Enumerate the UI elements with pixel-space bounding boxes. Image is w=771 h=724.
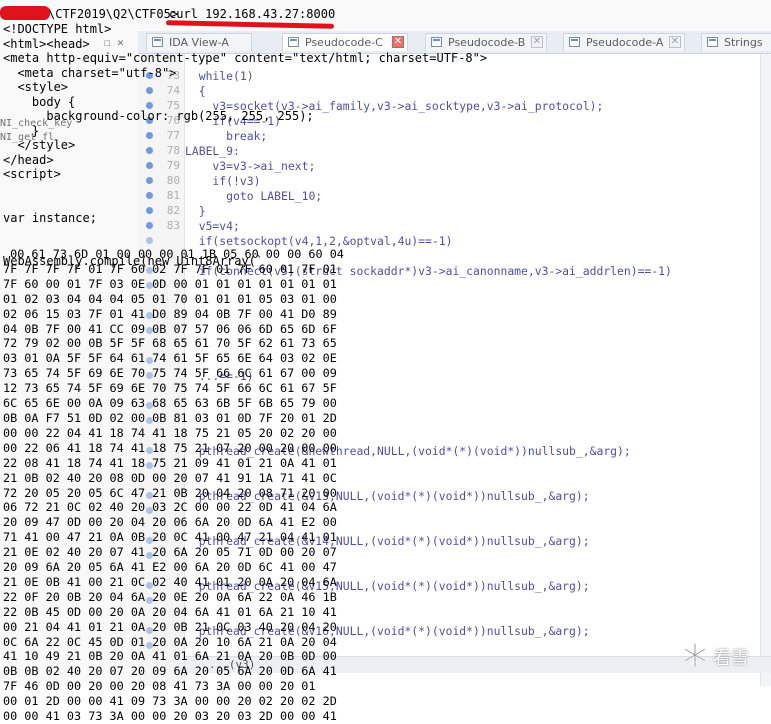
hex-line: 20 09 6A 20 05 6A 41 E2 00 6A 20 0D 6C 4… — [3, 560, 337, 575]
hex-line: 21 0E 0B 41 00 21 0C 02 40 41 01 20 0A 2… — [3, 574, 337, 589]
watermark: 看雪 — [682, 641, 762, 671]
hex-line: 21 0B 02 40 20 08 0D 00 20 07 41 91 1A 7… — [3, 470, 337, 485]
response-line: <style> — [3, 80, 69, 94]
hex-line: 21 0E 02 40 20 07 41 20 6A 20 05 71 0D 0… — [3, 545, 337, 560]
hex-line: 72 79 02 00 0B 5F 5F 68 65 61 70 5F 62 6… — [3, 336, 337, 351]
hex-line: 04 0B 7F 00 41 CC 09 0B 07 57 06 06 6D 6… — [3, 321, 337, 336]
response-line: } — [3, 123, 40, 138]
watermark-text: 看雪 — [713, 648, 749, 669]
terminal-output: \CTF2019\Q2\CTF05> curl 192.168.43.27:80… — [0, 0, 771, 723]
hex-line: 22 0B 45 0D 00 20 0A 20 04 6A 41 01 6A 2… — [3, 604, 337, 619]
response-line: var instance; — [3, 210, 97, 225]
response-line: <meta charset="utf-8"> — [3, 65, 177, 80]
hex-line: 00 00 22 04 41 18 74 41 18 75 21 05 20 0… — [3, 425, 337, 440]
hex-line: 73 65 74 5F 69 6E 70 75 74 5F 66 6C 61 6… — [3, 366, 337, 381]
snowflake-icon — [684, 643, 706, 667]
hex-line: 01 02 03 04 04 04 05 01 70 01 01 01 05 0… — [3, 291, 337, 306]
hex-line: 02 06 15 03 7F 01 41 D0 89 04 0B 7F 00 4… — [3, 306, 337, 321]
wasm-hex-bytes: 00 61 73 6D 01 00 00 00 01 1B 05 60 00 0… — [3, 247, 344, 724]
hex-line: 22 0F 20 0B 20 04 6A 20 0E 20 0A 6A 22 0… — [3, 589, 337, 604]
hex-line: 6C 65 6E 00 0A 09 63 68 65 63 6B 5F 6B 6… — [3, 396, 337, 411]
hex-line: 03 01 0A 5F 5F 64 61 74 61 5F 65 6E 64 0… — [3, 351, 337, 366]
hex-line: 0B 0A F7 51 0D 02 00 0B 81 03 01 0D 7F 2… — [3, 410, 337, 425]
hex-line: 06 72 21 0C 02 40 20 03 2C 00 00 22 0D 4… — [3, 500, 337, 515]
underline-annotation — [165, 20, 335, 29]
hex-line: 00 00 41 03 73 3A 00 00 20 03 20 03 2D 0… — [3, 709, 337, 724]
command-text: curl 192.168.43.27:8000 — [169, 7, 336, 21]
response-line: <meta http-equiv="content-type" content=… — [3, 51, 488, 65]
hex-line: 71 41 00 47 21 0A 0B 20 0C 41 00 47 21 0… — [3, 530, 337, 545]
response-line: </head> — [3, 152, 54, 167]
hex-line: 12 73 65 74 5F 69 6E 70 75 74 5F 66 6C 6… — [3, 381, 337, 396]
hex-line: 72 20 05 20 05 6C 47 21 0B 20 04 20 08 7… — [3, 485, 337, 500]
hex-line: 7F 60 00 01 7F 03 0E 0D 00 01 01 01 01 0… — [3, 276, 337, 291]
response-line: <html><head> — [3, 36, 90, 51]
hex-line: 00 22 06 41 18 74 41 18 75 21 07 20 00 2… — [3, 440, 337, 455]
hex-line: 7F 7F 7F 7F 01 7F 60 02 7F 7F 01 7F 60 0… — [3, 261, 337, 276]
response-line: background-color: rgb(255, 255, 255); — [3, 109, 314, 123]
response-line: <script> — [3, 167, 61, 181]
hex-line: 00 21 04 41 01 21 0A 20 0B 21 0C 03 40 2… — [3, 619, 337, 634]
response-line: </style> — [3, 138, 76, 152]
hex-line: 20 09 47 0D 00 20 04 20 06 6A 20 0D 6A 4… — [3, 515, 337, 530]
hex-line: 41 10 49 21 0B 20 0A 41 01 6A 21 0A 20 0… — [3, 649, 337, 664]
hex-line: 7F 46 0D 00 20 00 20 08 41 73 3A 00 00 2… — [3, 679, 316, 694]
hex-line: 0C 6A 22 0C 45 0D 01 20 0A 20 10 6A 21 0… — [3, 634, 337, 649]
hex-line: 00 01 2D 00 00 41 09 73 3A 00 00 20 02 2… — [3, 694, 337, 709]
hex-line: 00 61 73 6D 01 00 00 00 01 1B 05 60 00 0… — [3, 247, 344, 261]
prompt-text: \CTF2019\Q2\CTF05> — [48, 7, 179, 21]
response-line: body { — [3, 94, 76, 109]
redaction-mark — [0, 6, 50, 20]
hex-line: 22 08 41 18 74 41 18 75 21 09 41 01 21 0… — [3, 455, 337, 470]
response-line: <!DOCTYPE html> — [3, 22, 112, 36]
hex-line: 0B 0B 02 40 20 07 20 09 6A 20 05 6A 20 0… — [3, 664, 337, 679]
